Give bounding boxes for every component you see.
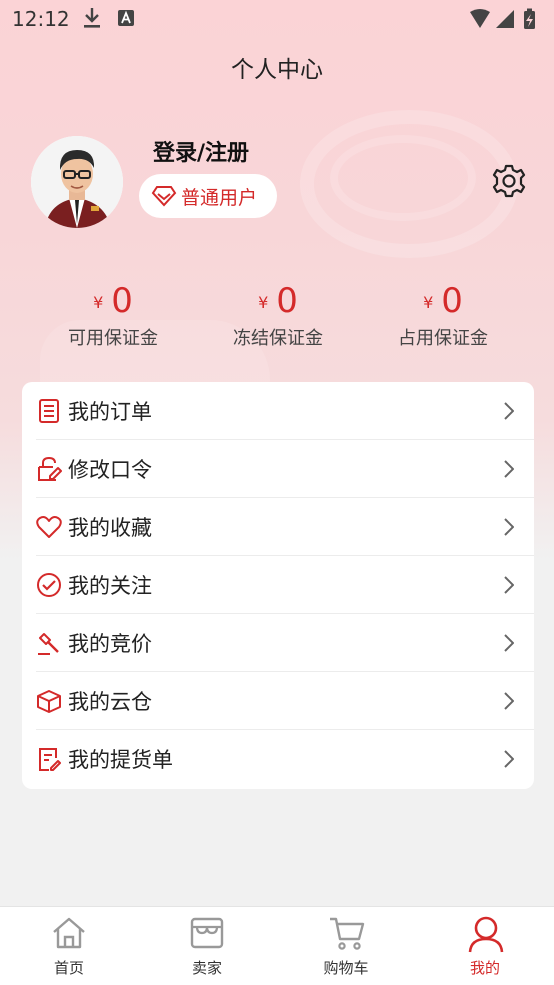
stat-frozen-deposit[interactable]: ¥0 冻结保证金 [186,282,370,350]
stat-label: 可用保证金 [68,328,158,349]
stat-value: 0 [276,281,298,321]
chevron-right-icon [504,634,514,652]
tab-seller[interactable]: 卖家 [138,907,276,985]
menu-item-cloud-warehouse[interactable]: 我的云仓 [22,672,534,730]
user-icon [468,916,504,953]
chevron-right-icon [504,576,514,594]
menu-item-label: 我的收藏 [68,516,152,540]
menu-list: 我的订单 修改口令 我的收藏 我的关注 我的竞价 我的云仓 我的提货单 [22,382,534,789]
login-register-link[interactable]: 登录/注册 [153,135,249,167]
menu-item-pickup-orders[interactable]: 我的提货单 [22,730,534,788]
background-decoration [330,135,476,221]
menu-item-label: 我的关注 [68,574,152,598]
menu-item-change-password[interactable]: 修改口令 [22,440,534,498]
check-circle-icon [37,573,61,597]
tab-label: 购物车 [323,959,369,977]
cart-icon [330,917,365,950]
chevron-right-icon [504,402,514,420]
menu-item-label: 我的订单 [68,400,152,424]
edit-password-icon [38,456,62,481]
signal-battery-icon [470,8,535,29]
chevron-right-icon [504,692,514,710]
keyboard-a-icon [118,10,134,26]
settings-gear-icon[interactable] [492,164,526,198]
auction-hammer-icon [38,633,59,655]
box-icon [37,690,61,713]
menu-item-favorites[interactable]: 我的收藏 [22,498,534,556]
stat-value: 0 [441,281,463,321]
menu-item-label: 修改口令 [68,458,152,482]
download-icon [84,8,100,28]
home-icon [53,917,85,949]
menu-item-label: 我的云仓 [68,690,152,714]
heart-icon [36,516,62,538]
stat-available-deposit[interactable]: ¥0 可用保证金 [21,282,205,350]
pickup-list-icon [39,748,61,771]
avatar[interactable] [31,136,123,228]
bottom-tab-bar: 首页 卖家 购物车 我的 [0,906,554,985]
stat-occupied-deposit[interactable]: ¥0 占用保证金 [351,282,535,350]
tab-cart[interactable]: 购物车 [277,907,415,985]
tab-mine[interactable]: 我的 [416,907,554,985]
stat-value: 0 [111,281,133,321]
chevron-right-icon [504,460,514,478]
currency-symbol: ¥ [423,293,434,312]
store-icon [190,917,224,949]
status-time: 12:12 [12,7,70,31]
status-bar: 12:12 [0,0,554,38]
user-level-label: 普通用户 [181,187,258,209]
stat-label: 占用保证金 [398,328,488,349]
tab-label: 我的 [469,959,500,977]
page-title: 个人中心 [231,57,323,83]
menu-item-follows[interactable]: 我的关注 [22,556,534,614]
menu-item-orders[interactable]: 我的订单 [22,382,534,440]
currency-symbol: ¥ [258,293,269,312]
menu-item-bids[interactable]: 我的竞价 [22,614,534,672]
diamond-icon [151,186,177,207]
currency-symbol: ¥ [93,293,104,312]
chevron-right-icon [504,750,514,768]
stat-label: 冻结保证金 [233,328,323,349]
tab-label: 卖家 [191,959,222,977]
user-level-badge: 普通用户 [139,174,277,218]
tab-label: 首页 [53,959,84,977]
chevron-right-icon [504,518,514,536]
tab-home[interactable]: 首页 [0,907,138,985]
deposit-stats: ¥0 可用保证金 ¥0 冻结保证金 ¥0 占用保证金 [0,282,554,352]
menu-item-label: 我的竞价 [68,632,152,656]
avatar-image [31,136,123,228]
menu-item-label: 我的提货单 [68,748,173,772]
order-list-icon [39,399,59,423]
